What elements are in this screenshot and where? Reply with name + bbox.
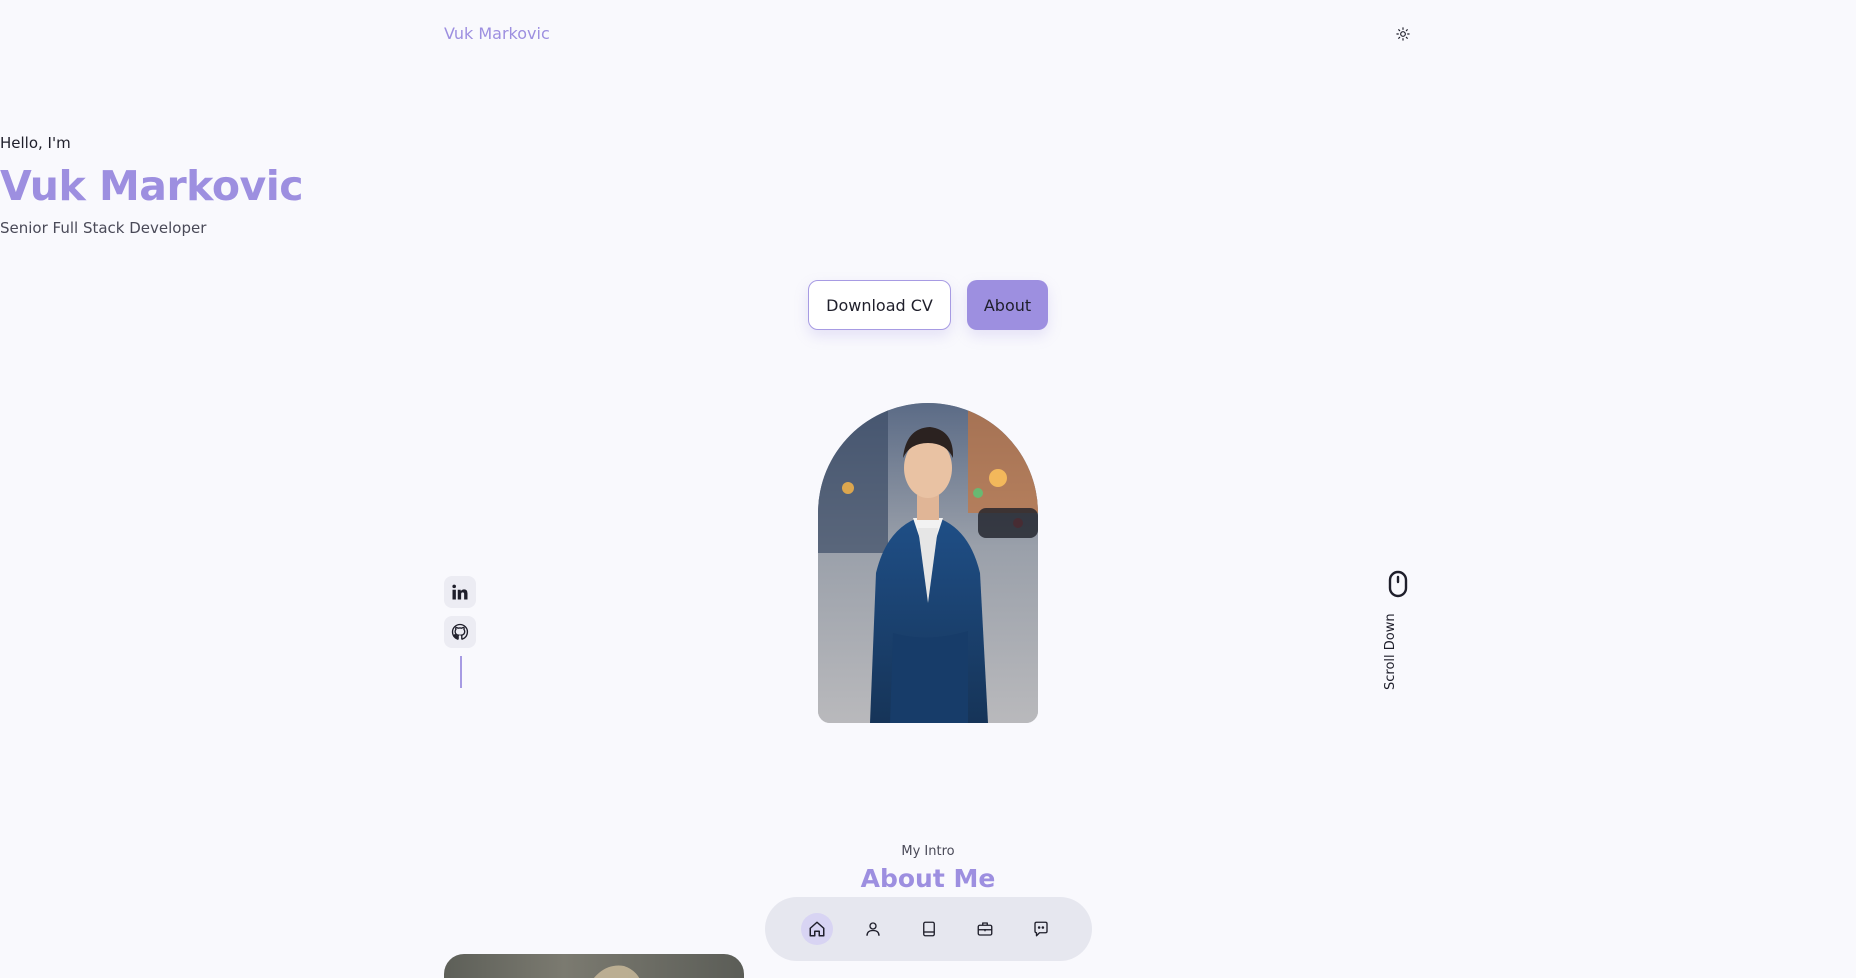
about-photo xyxy=(444,954,744,978)
logo-link[interactable]: Vuk Markovic xyxy=(444,24,550,43)
linkedin-link[interactable] xyxy=(444,576,476,608)
hero-role: Senior Full Stack Developer xyxy=(0,219,207,237)
social-divider-line xyxy=(460,656,462,688)
hero-greeting: Hello, I'm xyxy=(0,134,71,152)
about-button[interactable]: About xyxy=(967,280,1048,330)
nav-portfolio[interactable] xyxy=(969,913,1001,945)
intro-title: About Me xyxy=(860,864,996,893)
mouse-icon xyxy=(1388,570,1408,598)
book-icon xyxy=(922,921,935,937)
hero-name: Vuk Markovic xyxy=(0,162,304,210)
about-photo-illustration xyxy=(594,965,640,978)
github-icon xyxy=(451,623,469,640)
sun-icon xyxy=(1396,27,1410,41)
scroll-down-label: Scroll Down xyxy=(1383,613,1398,690)
download-cv-button[interactable]: Download CV xyxy=(808,280,951,330)
nav-home[interactable] xyxy=(800,913,833,945)
nav-contact[interactable] xyxy=(1025,913,1057,945)
nav-resume[interactable] xyxy=(913,913,945,945)
theme-toggle-button[interactable] xyxy=(1392,23,1414,45)
profile-photo xyxy=(818,403,1038,723)
linkedin-icon xyxy=(452,584,468,600)
social-links xyxy=(444,576,476,688)
intro-subtitle: My Intro xyxy=(901,844,955,859)
page: Vuk Markovic Hello, I'm Vuk Markovic Sen… xyxy=(0,0,1856,978)
bottom-navbar xyxy=(765,897,1092,961)
user-icon xyxy=(865,922,880,936)
home-icon xyxy=(809,921,824,937)
nav-about[interactable] xyxy=(857,913,889,945)
github-link[interactable] xyxy=(444,616,476,648)
briefcase-icon xyxy=(977,922,992,936)
profile-photo-illustration xyxy=(818,403,1038,723)
message-icon xyxy=(1033,921,1048,937)
